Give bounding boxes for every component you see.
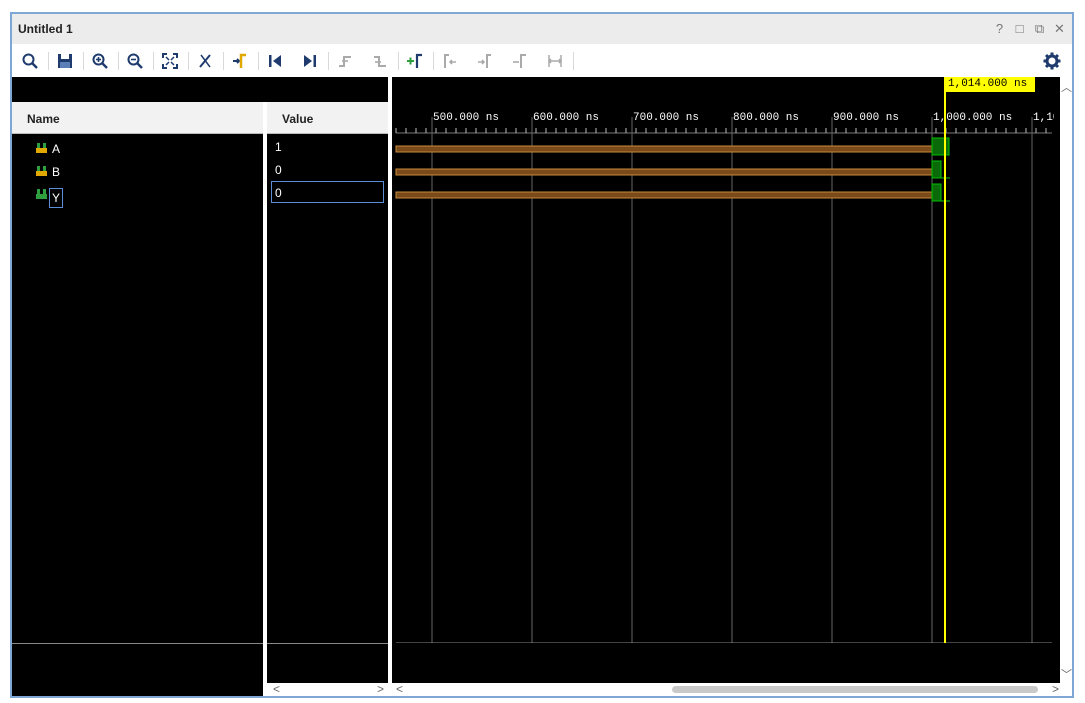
timeline-ticks — [395, 128, 1047, 133]
close-icon[interactable]: ✕ — [1053, 21, 1066, 37]
wave-scrollbar[interactable]: < > — [392, 682, 1064, 696]
title-bar: Untitled 1 ? □ ⧉ ✕ — [12, 14, 1072, 45]
tick-label: 900.000 ns — [833, 112, 900, 124]
tick-label: 1,000.000 ns — [933, 112, 1013, 124]
name-column: Name A B Y — [12, 77, 263, 696]
toolbar — [12, 44, 1072, 78]
tick-label: 500.000 ns — [433, 112, 500, 124]
float-icon[interactable]: ⧉ — [1033, 21, 1046, 37]
zoom-out-icon[interactable] — [123, 50, 147, 72]
scroll-up-icon[interactable]: ︿ — [1061, 79, 1072, 95]
wave-y — [931, 183, 942, 202]
waves — [395, 137, 950, 202]
scroll-right-icon[interactable]: > — [1052, 682, 1059, 696]
signal-name: B — [52, 165, 61, 179]
previous-marker-icon[interactable] — [438, 50, 462, 72]
waveform-canvas — [395, 77, 1052, 643]
help-icon[interactable]: ? — [993, 21, 1006, 37]
go-to-first-icon[interactable] — [263, 50, 287, 72]
signal-icon — [36, 166, 47, 176]
search-icon[interactable] — [18, 50, 42, 72]
swap-cursors-icon[interactable] — [508, 50, 532, 72]
signal-value: 1 — [275, 140, 282, 154]
go-to-time-zero-icon[interactable] — [228, 50, 252, 72]
waveform-window: Untitled 1 ? □ ⧉ ✕ Name A B Y Value 1 0 … — [10, 12, 1074, 698]
bus-trace-b — [395, 168, 933, 176]
window-title: Untitled 1 — [18, 22, 73, 36]
value-scrollbar[interactable]: < > — [267, 682, 388, 696]
value-divider — [267, 643, 388, 644]
scroll-right-icon[interactable]: > — [377, 682, 384, 696]
scroll-left-icon[interactable]: < — [273, 682, 280, 696]
floating-ruler-icon[interactable] — [543, 50, 567, 72]
add-marker-icon[interactable] — [403, 50, 427, 72]
window-controls: ? □ ⧉ ✕ — [993, 21, 1066, 37]
signal-value-selected[interactable]: 0 — [271, 181, 384, 203]
cursor-time-label[interactable]: 1,014.000 ns — [945, 77, 1035, 92]
maximize-icon[interactable]: □ — [1013, 21, 1026, 37]
scroll-left-icon[interactable]: < — [396, 682, 403, 696]
bus-trace-y — [395, 191, 933, 199]
bus-trace-a — [395, 145, 933, 153]
tick-label: 1,10 — [1033, 112, 1054, 124]
name-divider — [12, 643, 263, 644]
value-column: Value 1 0 0 < > — [267, 77, 388, 696]
signal-icon — [36, 143, 47, 153]
zoom-in-icon[interactable] — [88, 50, 112, 72]
signal-name: Y — [49, 188, 64, 208]
value-header[interactable]: Value — [267, 102, 388, 134]
wave-b — [931, 160, 942, 179]
tick-label: 600.000 ns — [533, 112, 600, 124]
tick-label: 800.000 ns — [733, 112, 800, 124]
scroll-thumb[interactable] — [672, 686, 1038, 693]
wave-a — [931, 137, 950, 156]
signal-value: 0 — [275, 163, 282, 177]
go-to-cursor-icon[interactable] — [193, 50, 217, 72]
save-icon[interactable] — [53, 50, 77, 72]
signal-name: A — [52, 142, 61, 156]
next-transition-icon[interactable] — [368, 50, 392, 72]
go-to-last-icon[interactable] — [298, 50, 322, 72]
zoom-fit-icon[interactable] — [158, 50, 182, 72]
gear-icon[interactable] — [1042, 51, 1062, 71]
wave-content: Name A B Y Value 1 0 0 < > 1,014.000 ns … — [12, 77, 1072, 696]
scroll-down-icon[interactable]: ﹀ — [1061, 666, 1072, 682]
signal-icon — [36, 189, 47, 199]
next-marker-icon[interactable] — [473, 50, 497, 72]
previous-transition-icon[interactable] — [333, 50, 357, 72]
tick-label: 700.000 ns — [633, 112, 700, 124]
vertical-scrollbar[interactable]: ︿ ﹀ — [1060, 77, 1072, 696]
name-header[interactable]: Name — [12, 102, 263, 134]
waveform-area[interactable]: 1,014.000 ns 500.000 ns 600.000 ns 700.0… — [392, 77, 1064, 696]
